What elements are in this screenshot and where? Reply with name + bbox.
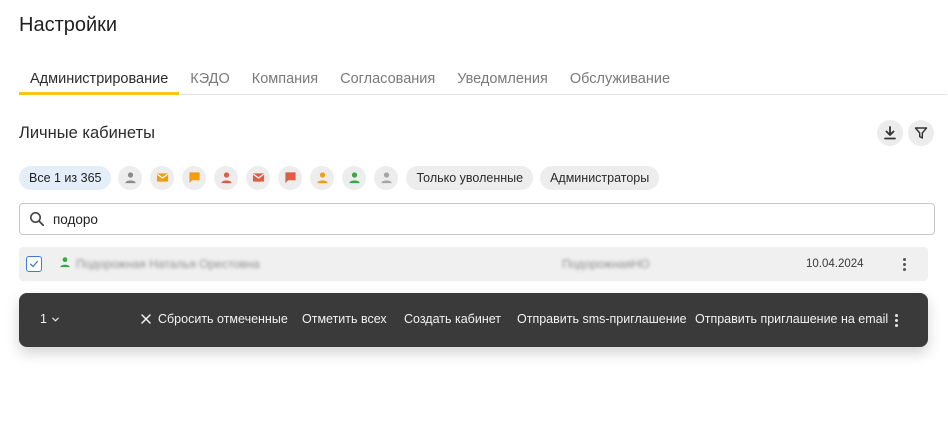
row-login: ПодорожнаяНО <box>562 257 650 271</box>
more-dot <box>894 313 898 317</box>
more-dot <box>902 262 906 266</box>
check-icon <box>30 260 38 268</box>
more-dot <box>894 323 898 327</box>
settings-tabs: Администрирование КЭДО Компания Согласов… <box>19 68 947 95</box>
more-dot <box>902 267 906 271</box>
row-more-button[interactable] <box>897 255 911 273</box>
filter-status-1[interactable] <box>150 165 175 190</box>
chat-icon <box>189 172 200 184</box>
person-icon <box>349 172 360 184</box>
create-cabinet-button[interactable]: Создать кабинет <box>404 312 501 326</box>
send-sms-invite-button[interactable]: Отправить sms-приглашение <box>517 312 687 326</box>
chat-icon <box>285 172 296 184</box>
tab-administration[interactable]: Администрирование <box>19 68 180 95</box>
selected-count-dropdown[interactable]: 1 <box>40 312 60 326</box>
tab-kedo[interactable]: КЭДО <box>179 68 241 94</box>
page-title: Настройки <box>19 14 118 36</box>
tab-notifications[interactable]: Уведомления <box>446 68 559 94</box>
row-date: 10.04.2024 <box>806 258 864 270</box>
tab-maintenance[interactable]: Обслуживание <box>559 68 681 94</box>
section-title: Личные кабинеты <box>19 124 155 142</box>
reset-selection-label: Сбросить отмеченные <box>158 312 288 326</box>
filter-status-0[interactable] <box>118 165 143 190</box>
person-icon <box>125 172 136 184</box>
filter-status-8[interactable] <box>374 165 399 190</box>
close-icon <box>141 314 151 324</box>
person-icon <box>60 257 70 268</box>
send-email-invite-button[interactable]: Отправить приглашение на email <box>695 312 888 326</box>
search-icon <box>30 212 45 227</box>
filter-status-3[interactable] <box>214 165 239 190</box>
selected-count: 1 <box>40 312 47 326</box>
tab-approvals[interactable]: Согласования <box>329 68 446 94</box>
table-row[interactable]: Подорожная Наталья Орестовна ПодорожнаяН… <box>19 247 928 281</box>
download-button[interactable] <box>877 120 903 146</box>
filter-status-4[interactable] <box>246 165 271 190</box>
download-icon <box>884 126 896 140</box>
status-filters: Все 1 из 365 Только уволенные Администра… <box>19 165 666 190</box>
filter-status-2[interactable] <box>182 165 207 190</box>
person-icon <box>221 172 232 184</box>
row-name: Подорожная Наталья Орестовна <box>76 257 260 271</box>
envelope-icon <box>156 173 169 182</box>
tab-company[interactable]: Компания <box>241 68 329 94</box>
person-icon <box>317 172 328 184</box>
search-input[interactable] <box>53 211 913 227</box>
reset-selection-button[interactable]: Сбросить отмеченные <box>140 312 288 326</box>
filter-icon <box>914 127 928 139</box>
selection-action-bar: 1 Сбросить отмеченные Отметить всех Созд… <box>19 293 928 347</box>
filter-status-6[interactable] <box>310 165 335 190</box>
filter-status-5[interactable] <box>278 165 303 190</box>
action-bar-more-button[interactable] <box>889 311 903 329</box>
row-checkbox[interactable] <box>26 256 42 272</box>
more-dot <box>902 257 906 261</box>
filter-admins-chip[interactable]: Администраторы <box>540 165 660 190</box>
select-all-button[interactable]: Отметить всех <box>302 312 387 326</box>
envelope-icon <box>252 173 265 182</box>
filter-all-chip[interactable]: Все 1 из 365 <box>19 165 112 190</box>
chevron-down-icon <box>52 317 59 322</box>
filter-fired-chip[interactable]: Только уволенные <box>406 165 534 190</box>
filter-status-7[interactable] <box>342 165 367 190</box>
filter-button[interactable] <box>908 120 934 146</box>
more-dot <box>894 318 898 322</box>
person-icon <box>381 172 392 184</box>
search-box <box>19 203 935 235</box>
